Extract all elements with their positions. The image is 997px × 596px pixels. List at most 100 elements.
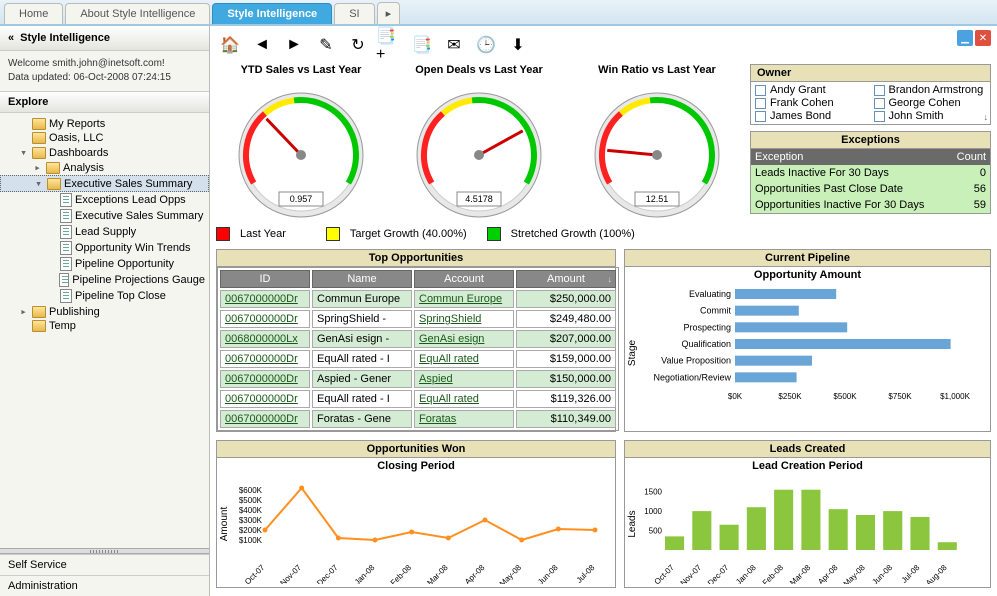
svg-text:Evaluating: Evaluating bbox=[689, 289, 731, 299]
tree-item-my-reports[interactable]: My Reports bbox=[0, 117, 209, 131]
col-amount[interactable]: Amount↓ bbox=[516, 270, 616, 288]
tree-item-dashboards[interactable]: ▾Dashboards bbox=[0, 145, 209, 160]
col-id[interactable]: ID bbox=[220, 270, 310, 288]
opp-account-link[interactable]: EquAll rated bbox=[419, 393, 479, 405]
owner-john-smith[interactable]: John Smith bbox=[874, 110, 987, 122]
svg-text:Stage: Stage bbox=[627, 339, 638, 366]
bookmark-add-button[interactable]: 📑+ bbox=[376, 32, 404, 58]
exception-row[interactable]: Opportunities Inactive For 30 Days59 bbox=[751, 197, 990, 213]
opportunity-row[interactable]: 0067000000DrSpringShield -SpringShield$2… bbox=[220, 310, 616, 328]
tree-label: Pipeline Opportunity bbox=[75, 258, 174, 270]
tree-item-temp[interactable]: Temp bbox=[0, 319, 209, 333]
edit-button[interactable]: ✎ bbox=[312, 32, 340, 58]
svg-text:$100K: $100K bbox=[239, 536, 263, 545]
opportunity-row[interactable]: 0067000000DrCommun EuropeCommun Europe$2… bbox=[220, 290, 616, 308]
edit-icon: ✎ bbox=[319, 35, 332, 55]
refresh-button[interactable]: ↻ bbox=[344, 32, 372, 58]
exception-row[interactable]: Opportunities Past Close Date56 bbox=[751, 181, 990, 197]
opp-id-link[interactable]: 0067000000Dr bbox=[225, 413, 298, 425]
report-icon bbox=[59, 273, 70, 287]
opp-account-link[interactable]: Aspied bbox=[419, 373, 453, 385]
administration-link[interactable]: Administration bbox=[0, 575, 209, 596]
opp-id-link[interactable]: 0068000000Lx bbox=[225, 333, 298, 345]
legend-last-year: Last Year bbox=[240, 228, 286, 240]
tree-item-executive-sales-summary[interactable]: ▾Executive Sales Summary bbox=[0, 175, 209, 192]
export-button[interactable]: ⬇ bbox=[504, 32, 532, 58]
owner-frank-cohen[interactable]: Frank Cohen bbox=[755, 97, 868, 109]
opportunity-row[interactable]: 0067000000DrEquAll rated - IEquAll rated… bbox=[220, 350, 616, 368]
bookmark-add-icon: 📑+ bbox=[376, 26, 404, 64]
twisty-icon[interactable]: ▸ bbox=[18, 305, 29, 318]
home-button[interactable]: 🏠 bbox=[216, 32, 244, 58]
opp-account-link[interactable]: GenAsi esign bbox=[419, 333, 484, 345]
tree-item-pipeline-opportunity[interactable]: Pipeline Opportunity bbox=[0, 256, 209, 272]
opportunity-row[interactable]: 0067000000DrForatas - GeneForatas$110,34… bbox=[220, 410, 616, 428]
opp-id-link[interactable]: 0067000000Dr bbox=[225, 353, 298, 365]
owner-label: George Cohen bbox=[889, 97, 961, 109]
scroll-down-icon[interactable]: ↓ bbox=[984, 112, 989, 122]
col-account[interactable]: Account bbox=[414, 270, 514, 288]
tree-item-exceptions-lead-opps[interactable]: Exceptions Lead Opps bbox=[0, 192, 209, 208]
leads-subtitle: Lead Creation Period bbox=[625, 458, 990, 474]
owner-george-cohen[interactable]: George Cohen bbox=[874, 97, 987, 109]
minimize-button[interactable]: ▁ bbox=[957, 30, 973, 46]
tree-item-publishing[interactable]: ▸Publishing bbox=[0, 304, 209, 319]
folder-icon bbox=[32, 306, 46, 318]
tab-about[interactable]: About Style Intelligence bbox=[65, 3, 210, 24]
collapse-icon[interactable]: « bbox=[8, 32, 14, 44]
tree-item-oasis-llc[interactable]: Oasis, LLC bbox=[0, 131, 209, 145]
report-icon bbox=[60, 225, 72, 239]
owner-james-bond[interactable]: James Bond bbox=[755, 110, 868, 122]
opp-id-link[interactable]: 0067000000Dr bbox=[225, 313, 298, 325]
opp-id-link[interactable]: 0067000000Dr bbox=[225, 373, 298, 385]
svg-text:$250K: $250K bbox=[778, 392, 802, 401]
owner-andy-grant[interactable]: Andy Grant bbox=[755, 84, 868, 96]
exception-row[interactable]: Leads Inactive For 30 Days0 bbox=[751, 165, 990, 181]
tree-item-executive-sales-summary[interactable]: Executive Sales Summary bbox=[0, 208, 209, 224]
twisty-icon[interactable]: ▾ bbox=[18, 146, 29, 159]
forward-button[interactable]: ► bbox=[280, 32, 308, 58]
exc-count: 0 bbox=[948, 165, 990, 181]
opp-account-link[interactable]: Commun Europe bbox=[419, 293, 502, 305]
tree-item-opportunity-win-trends[interactable]: Opportunity Win Trends bbox=[0, 240, 209, 256]
twisty-icon[interactable]: ▸ bbox=[32, 161, 43, 174]
folder-icon bbox=[32, 320, 46, 332]
opp-account-link[interactable]: Foratas bbox=[419, 413, 456, 425]
folder-icon bbox=[46, 162, 60, 174]
opps-won-subtitle: Closing Period bbox=[217, 458, 615, 474]
bookmark-button[interactable]: 📑 bbox=[408, 32, 436, 58]
svg-text:Commit: Commit bbox=[700, 306, 731, 316]
mail-button[interactable]: ✉ bbox=[440, 32, 468, 58]
tree-item-analysis[interactable]: ▸Analysis bbox=[0, 160, 209, 175]
self-service-link[interactable]: Self Service bbox=[0, 554, 209, 575]
opp-account-link[interactable]: SpringShield bbox=[419, 313, 481, 325]
tab-home[interactable]: Home bbox=[4, 3, 63, 24]
tree-item-pipeline-top-close[interactable]: Pipeline Top Close bbox=[0, 288, 209, 304]
swatch-yellow bbox=[326, 227, 340, 241]
col-name[interactable]: Name bbox=[312, 270, 412, 288]
tree-item-lead-supply[interactable]: Lead Supply bbox=[0, 224, 209, 240]
svg-text:$200K: $200K bbox=[239, 526, 263, 535]
opportunity-row[interactable]: 0067000000DrEquAll rated - IEquAll rated… bbox=[220, 390, 616, 408]
tree-item-pipeline-projections-gauge[interactable]: Pipeline Projections Gauge bbox=[0, 272, 209, 288]
tab-si[interactable]: SI bbox=[334, 3, 374, 24]
opportunity-row[interactable]: 0067000000DrAspied - GenerAspied$150,000… bbox=[220, 370, 616, 388]
twisty-icon[interactable]: ▾ bbox=[33, 177, 44, 190]
opp-account-link[interactable]: EquAll rated bbox=[419, 353, 479, 365]
owner-label: John Smith bbox=[889, 110, 944, 122]
back-button[interactable]: ◄ bbox=[248, 32, 276, 58]
opp-id-link[interactable]: 0067000000Dr bbox=[225, 293, 298, 305]
tab-style-intelligence[interactable]: Style Intelligence bbox=[212, 3, 332, 24]
svg-text:Dec-07: Dec-07 bbox=[315, 563, 340, 584]
svg-text:$1,000K: $1,000K bbox=[940, 392, 970, 401]
checkbox-icon bbox=[755, 85, 766, 96]
opportunity-row[interactable]: 0068000000LxGenAsi esign -GenAsi esign$2… bbox=[220, 330, 616, 348]
svg-text:Value Proposition: Value Proposition bbox=[661, 356, 731, 366]
checkbox-icon bbox=[874, 98, 885, 109]
opp-id-link[interactable]: 0067000000Dr bbox=[225, 393, 298, 405]
mail-icon: ✉ bbox=[447, 35, 460, 55]
owner-brandon-armstrong[interactable]: Brandon Armstrong bbox=[874, 84, 987, 96]
close-button[interactable]: ✕ bbox=[975, 30, 991, 46]
tab-more[interactable]: ▸ bbox=[377, 2, 401, 24]
schedule-button[interactable]: 🕒 bbox=[472, 32, 500, 58]
